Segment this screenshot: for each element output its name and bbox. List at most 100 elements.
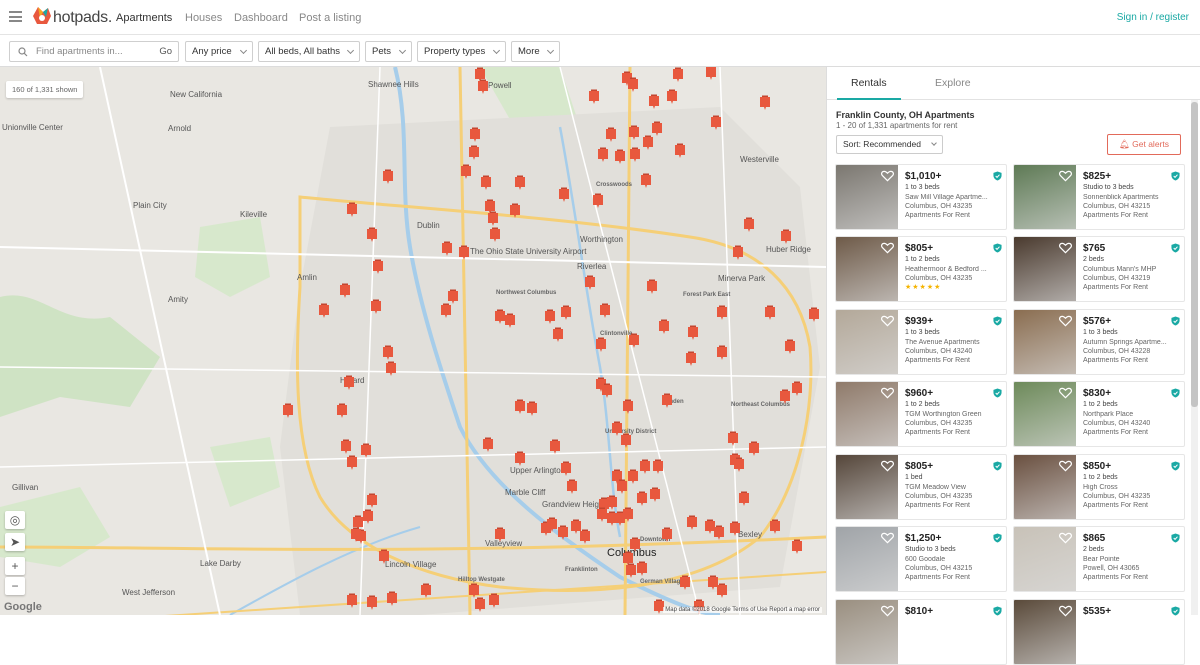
listing-marker-icon[interactable] (558, 187, 570, 203)
listing-marker-icon[interactable] (595, 337, 607, 353)
listing-price[interactable]: $960+ (905, 388, 933, 399)
listing-marker-icon[interactable] (713, 525, 725, 541)
zoom-in-button[interactable]: + (5, 557, 25, 575)
listing-marker-icon[interactable] (639, 459, 651, 475)
listing-card[interactable]: $810+ (835, 599, 1007, 665)
nav-apartments[interactable]: Apartments (116, 12, 172, 24)
listing-marker-icon[interactable] (628, 333, 640, 349)
listing-marker-icon[interactable] (646, 279, 658, 295)
listing-marker-icon[interactable] (614, 149, 626, 165)
pets-filter[interactable]: Pets (365, 41, 412, 62)
property-types-filter[interactable]: Property types (417, 41, 506, 62)
brand-name[interactable]: hotpads. (53, 9, 112, 27)
listing-marker-icon[interactable] (759, 95, 771, 111)
sort-dropdown[interactable]: Sort: Recommended (836, 135, 943, 154)
listing-marker-icon[interactable] (588, 89, 600, 105)
listing-marker-icon[interactable] (346, 455, 358, 471)
heart-icon[interactable] (1059, 387, 1072, 399)
listing-name[interactable]: The Avenue Apartments (905, 339, 1003, 346)
listing-card[interactable]: $830+ 1 to 2 beds Northpark Place Columbus,… (1013, 381, 1185, 447)
listing-marker-icon[interactable] (629, 147, 641, 163)
listing-marker-icon[interactable] (627, 77, 639, 93)
listing-marker-icon[interactable] (732, 245, 744, 261)
listing-name[interactable]: Columbus Mann's MHP (1083, 266, 1181, 273)
listing-marker-icon[interactable] (560, 305, 572, 321)
listing-price[interactable]: $825+ (1083, 171, 1111, 182)
listing-marker-icon[interactable] (769, 519, 781, 535)
listing-marker-icon[interactable] (441, 241, 453, 257)
listing-marker-icon[interactable] (346, 202, 358, 218)
heart-icon[interactable] (881, 605, 894, 617)
hotpads-logo-icon[interactable] (30, 4, 54, 28)
listing-marker-icon[interactable] (514, 399, 526, 415)
listing-price[interactable]: $830+ (1083, 388, 1111, 399)
listing-marker-icon[interactable] (372, 259, 384, 275)
listing-marker-icon[interactable] (705, 67, 717, 81)
map-attribution[interactable]: Map data ©2018 Google Terms of Use Repor… (663, 607, 822, 613)
listing-marker-icon[interactable] (318, 303, 330, 319)
listing-marker-icon[interactable] (748, 441, 760, 457)
listing-price[interactable]: $850+ (1083, 461, 1111, 472)
listing-card[interactable]: $865 2 beds Bear Pointe Powell, OH 43065 Apa… (1013, 526, 1185, 592)
listing-marker-icon[interactable] (661, 393, 673, 409)
listing-price[interactable]: $765 (1083, 243, 1105, 254)
listing-marker-icon[interactable] (549, 439, 561, 455)
listing-marker-icon[interactable] (514, 175, 526, 191)
listing-card[interactable]: $576+ 1 to 3 beds Autumn Springs Apartme..… (1013, 309, 1185, 375)
listing-marker-icon[interactable] (460, 164, 472, 180)
listing-marker-icon[interactable] (791, 539, 803, 555)
listing-marker-icon[interactable] (382, 169, 394, 185)
listing-marker-icon[interactable] (584, 275, 596, 291)
listing-marker-icon[interactable] (727, 431, 739, 447)
listing-marker-icon[interactable] (366, 595, 378, 611)
listing-marker-icon[interactable] (509, 203, 521, 219)
scrollbar-thumb[interactable] (1191, 102, 1198, 407)
tab-explore[interactable]: Explore (935, 77, 971, 89)
listing-marker-icon[interactable] (592, 193, 604, 209)
heart-icon[interactable] (1059, 315, 1072, 327)
listing-marker-icon[interactable] (649, 487, 661, 503)
heart-icon[interactable] (881, 532, 894, 544)
listing-price[interactable]: $805+ (905, 461, 933, 472)
listing-marker-icon[interactable] (738, 491, 750, 507)
more-filter[interactable]: More (511, 41, 560, 62)
listing-marker-icon[interactable] (764, 305, 776, 321)
listing-marker-icon[interactable] (784, 339, 796, 355)
listing-card[interactable]: $805+ 1 bed TGM Meadow View Columbus, OH 43… (835, 454, 1007, 520)
nav-dashboard[interactable]: Dashboard (234, 12, 288, 24)
heart-icon[interactable] (1059, 242, 1072, 254)
listing-marker-icon[interactable] (686, 515, 698, 531)
listing-marker-icon[interactable] (672, 67, 684, 83)
beds-filter[interactable]: All beds, All baths (258, 41, 360, 62)
listing-marker-icon[interactable] (469, 127, 481, 143)
listing-price[interactable]: $1,010+ (905, 171, 941, 182)
heart-icon[interactable] (881, 460, 894, 472)
search-input[interactable]: Find apartments in... Go (9, 41, 179, 62)
heart-icon[interactable] (881, 242, 894, 254)
listing-marker-icon[interactable] (477, 79, 489, 95)
listing-card[interactable]: $939+ 1 to 3 beds The Avenue Apartments Col… (835, 309, 1007, 375)
listing-marker-icon[interactable] (552, 327, 564, 343)
listing-marker-icon[interactable] (622, 507, 634, 523)
listing-marker-icon[interactable] (544, 309, 556, 325)
listing-marker-icon[interactable] (640, 173, 652, 189)
get-alerts-button[interactable]: 🔔︎ Get alerts (1107, 134, 1181, 155)
listing-price[interactable]: $805+ (905, 243, 933, 254)
listing-marker-icon[interactable] (685, 351, 697, 367)
listing-price[interactable]: $810+ (905, 606, 933, 617)
listing-marker-icon[interactable] (468, 145, 480, 161)
heart-icon[interactable] (1059, 532, 1072, 544)
listing-marker-icon[interactable] (366, 227, 378, 243)
listing-card[interactable]: $765 2 beds Columbus Mann's MHP Columbus, O… (1013, 236, 1185, 302)
listing-marker-icon[interactable] (489, 227, 501, 243)
listing-marker-icon[interactable] (343, 375, 355, 391)
heart-icon[interactable] (1059, 605, 1072, 617)
locate-icon[interactable]: ➤ (5, 533, 25, 551)
nav-post-listing[interactable]: Post a listing (299, 12, 361, 24)
listing-marker-icon[interactable] (716, 583, 728, 599)
listing-name[interactable]: High Cross (1083, 484, 1181, 491)
listing-marker-icon[interactable] (282, 403, 294, 419)
listing-marker-icon[interactable] (487, 211, 499, 227)
listing-marker-icon[interactable] (652, 459, 664, 475)
listing-card[interactable]: $535+ (1013, 599, 1185, 665)
